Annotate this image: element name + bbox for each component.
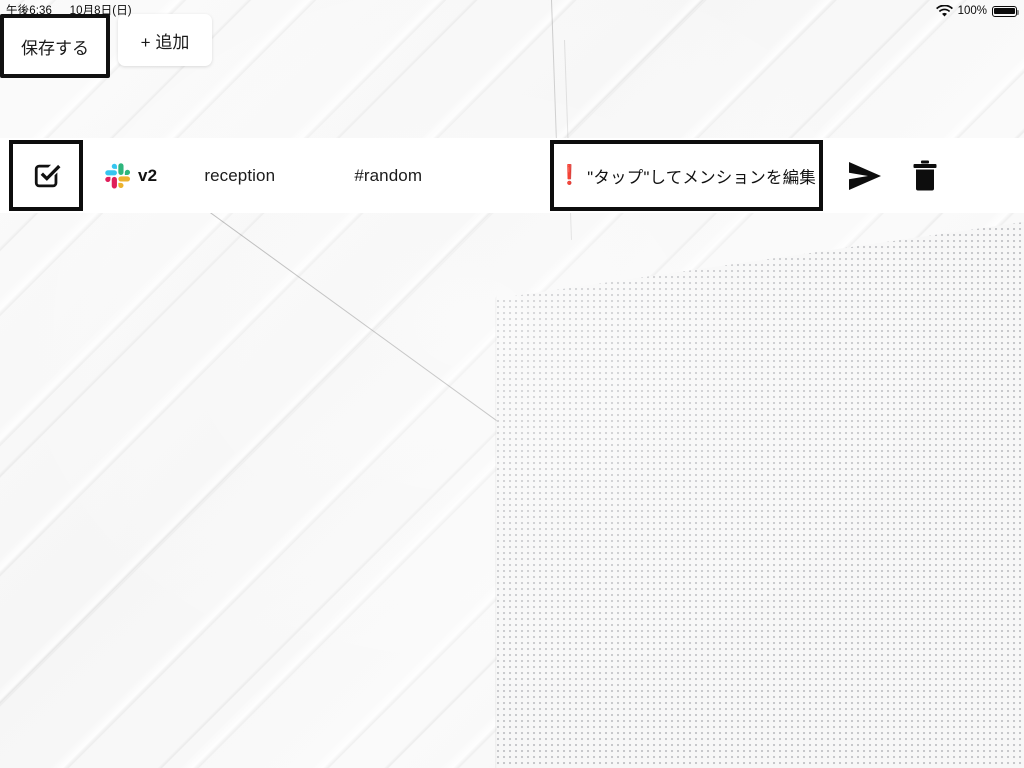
edit-mention-button[interactable]: ❗ "タップ"してメンションを編集: [550, 140, 824, 211]
checkbox-checked-icon: [31, 161, 61, 191]
background-photo: [0, 0, 1024, 768]
status-date: 10月8日(日): [69, 5, 132, 17]
top-action-buttons: 保存する + 追加: [0, 14, 212, 78]
save-button-focus-ring: 保存する: [0, 14, 110, 78]
row-select-checkbox[interactable]: [9, 140, 83, 211]
status-time: 午後6:36: [6, 5, 52, 17]
mention-row-toolbar: v2 reception #random ❗ "タップ"してメンションを編集: [0, 138, 1024, 213]
channel-cell[interactable]: #random: [354, 166, 524, 186]
slack-logo-icon: [105, 162, 131, 189]
app-version-label: v2: [138, 165, 158, 185]
trash-can-icon: [912, 160, 938, 191]
save-button[interactable]: 保存する: [6, 20, 104, 72]
status-bar-left: 午後6:36 10月8日(日): [6, 0, 132, 22]
send-button[interactable]: [841, 161, 889, 191]
workspace-cell[interactable]: reception: [204, 166, 354, 186]
wifi-icon: [935, 4, 953, 18]
status-bar: 午後6:36 10月8日(日) 100%: [0, 0, 1024, 22]
send-paper-plane-icon: [848, 161, 882, 191]
workspace-label: reception: [204, 165, 276, 185]
battery-full-icon: [992, 5, 1020, 17]
status-bar-right: 100%: [935, 0, 1020, 22]
delete-button[interactable]: [901, 160, 949, 191]
battery-percent: 100%: [957, 5, 987, 17]
channel-label: #random: [354, 165, 423, 185]
app-identity: v2: [105, 162, 158, 189]
background-vignette: [0, 0, 1024, 768]
red-exclamation-icon: ❗: [557, 164, 582, 186]
edit-mention-label: "タップ"してメンションを編集: [587, 168, 817, 187]
